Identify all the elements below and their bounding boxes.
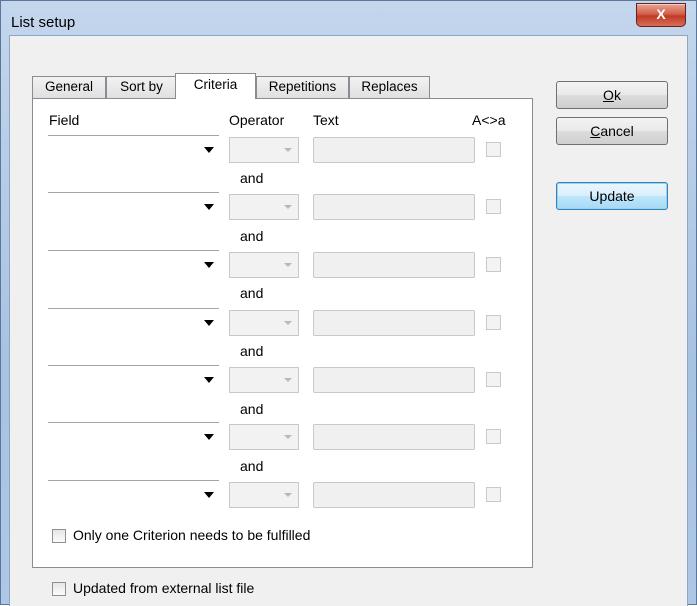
operator-dropdown[interactable] — [229, 367, 299, 393]
chevron-down-icon — [284, 435, 292, 439]
chevron-down-icon — [284, 205, 292, 209]
field-dropdown[interactable] — [48, 480, 219, 510]
case-sensitive-checkbox[interactable] — [486, 142, 501, 157]
tab-repetitions[interactable]: Repetitions — [256, 76, 349, 98]
tab-replaces[interactable]: Replaces — [349, 76, 430, 98]
chevron-down-icon — [284, 378, 292, 382]
case-sensitive-checkbox[interactable] — [486, 257, 501, 272]
and-connector-label: and — [240, 170, 264, 186]
and-connector-label: and — [240, 285, 264, 301]
cancel-mnemonic: C — [590, 123, 601, 139]
chevron-down-icon — [204, 262, 214, 268]
criteria-text-input[interactable] — [313, 252, 475, 278]
chevron-down-icon — [284, 263, 292, 267]
case-sensitive-checkbox[interactable] — [486, 315, 501, 330]
field-dropdown[interactable] — [48, 308, 219, 338]
case-sensitive-checkbox[interactable] — [486, 429, 501, 444]
chevron-down-icon — [204, 320, 214, 326]
and-connector-label: and — [240, 401, 264, 417]
column-header-operator: Operator — [229, 112, 285, 128]
column-header-text: Text — [313, 112, 339, 128]
case-sensitive-checkbox[interactable] — [486, 199, 501, 214]
field-dropdown[interactable] — [48, 250, 219, 280]
operator-dropdown[interactable] — [229, 137, 299, 163]
operator-dropdown[interactable] — [229, 482, 299, 508]
field-dropdown[interactable] — [48, 422, 219, 452]
field-dropdown[interactable] — [48, 192, 219, 222]
chevron-down-icon — [284, 148, 292, 152]
and-connector-label: and — [240, 228, 264, 244]
operator-dropdown[interactable] — [229, 424, 299, 450]
field-dropdown[interactable] — [48, 135, 219, 165]
chevron-down-icon — [204, 147, 214, 153]
criteria-text-input[interactable] — [313, 310, 475, 336]
external-list-checkbox[interactable] — [52, 582, 66, 596]
criteria-text-input[interactable] — [313, 194, 475, 220]
chevron-down-icon — [284, 321, 292, 325]
cancel-label-rest: ancel — [600, 123, 634, 139]
column-header-case-sensitive: A<>a — [472, 112, 506, 128]
criteria-row — [0, 480, 697, 512]
window-title: List setup — [11, 14, 76, 31]
chevron-down-icon — [204, 492, 214, 498]
tab-criteria[interactable]: Criteria — [175, 73, 256, 99]
operator-dropdown[interactable] — [229, 194, 299, 220]
and-connector-label: and — [240, 343, 264, 359]
ok-label-rest: k — [613, 87, 621, 103]
criteria-text-input[interactable] — [313, 424, 475, 450]
ok-mnemonic: O — [603, 87, 614, 103]
tab-general[interactable]: General — [32, 76, 106, 98]
ok-button[interactable]: Ok — [556, 81, 668, 109]
title-bar: List setup X — [1, 1, 696, 35]
external-list-label: Updated from external list file — [73, 580, 255, 596]
case-sensitive-checkbox[interactable] — [486, 372, 501, 387]
column-header-field: Field — [49, 112, 80, 128]
only-one-criterion-label: Only one Criterion needs to be fulfilled — [73, 527, 311, 543]
tab-sort-by[interactable]: Sort by — [106, 76, 177, 98]
cancel-button[interactable]: Cancel — [556, 117, 668, 145]
and-connector-label: and — [240, 458, 264, 474]
criteria-row — [0, 308, 697, 340]
operator-dropdown[interactable] — [229, 252, 299, 278]
criteria-row — [0, 422, 697, 454]
criteria-text-input[interactable] — [313, 367, 475, 393]
criteria-text-input[interactable] — [313, 137, 475, 163]
criteria-row — [0, 365, 697, 397]
chevron-down-icon — [284, 493, 292, 497]
close-button[interactable]: X — [636, 3, 686, 27]
operator-dropdown[interactable] — [229, 310, 299, 336]
criteria-text-input[interactable] — [313, 482, 475, 508]
chevron-down-icon — [204, 377, 214, 383]
field-dropdown[interactable] — [48, 365, 219, 395]
chevron-down-icon — [204, 204, 214, 210]
update-button[interactable]: Update — [556, 182, 668, 210]
only-one-criterion-checkbox[interactable] — [52, 529, 66, 543]
criteria-row — [0, 250, 697, 282]
chevron-down-icon — [204, 434, 214, 440]
case-sensitive-checkbox[interactable] — [486, 487, 501, 502]
